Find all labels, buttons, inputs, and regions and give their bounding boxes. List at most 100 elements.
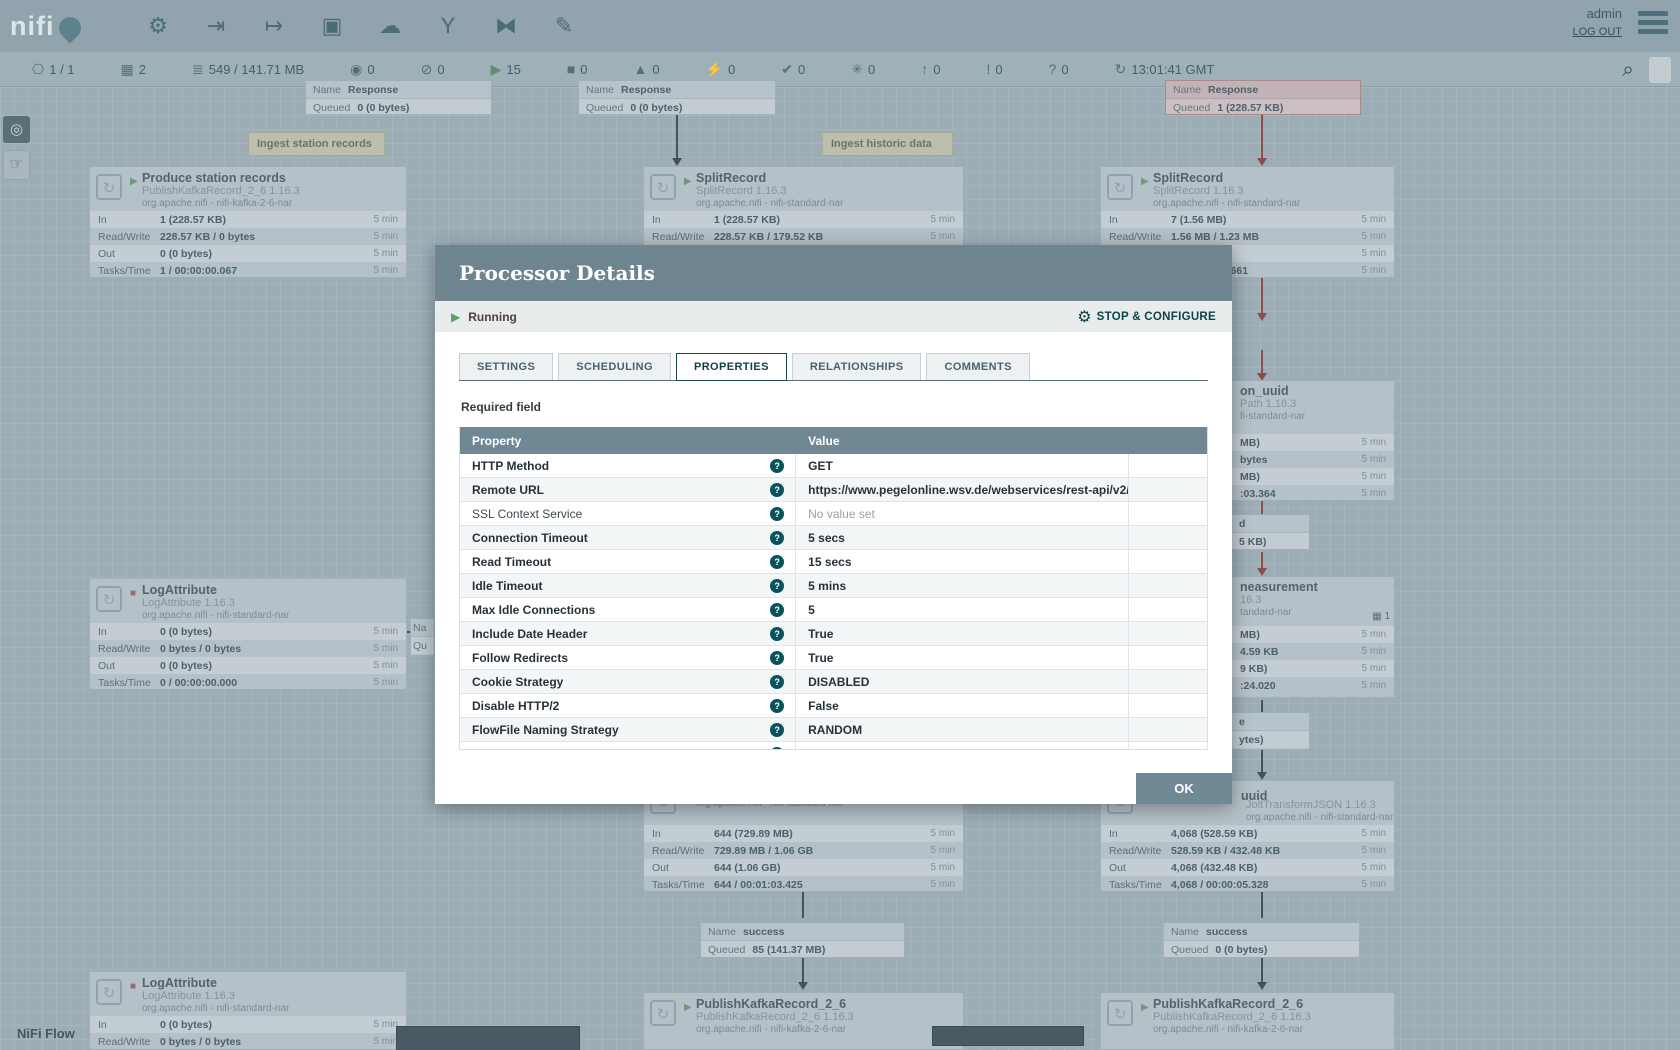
- help-icon[interactable]: ?: [770, 723, 784, 737]
- properties-table-body: HTTP Method ? GET Remote URL ? https://w…: [460, 454, 1207, 749]
- dialog-tabs: SETTINGSSCHEDULINGPROPERTIESRELATIONSHIP…: [459, 353, 1208, 381]
- arrowhead-icon: [1257, 158, 1267, 166]
- connection-line[interactable]: [1261, 500, 1263, 514]
- help-icon[interactable]: ?: [770, 531, 784, 545]
- running-status-icon: ▶: [684, 1002, 692, 1013]
- connection-line[interactable]: [802, 958, 804, 984]
- header-bar: nifi ⚙⇥↦▣☁Y⧓✎ admin LOG OUT: [0, 0, 1680, 52]
- dialog-tab[interactable]: RELATIONSHIPS: [792, 353, 922, 380]
- status-counter: ✔ 0: [781, 61, 805, 78]
- processor-publishkafka-right[interactable]: ↻ ▶ PublishKafkaRecord_2_6 PublishKafkaR…: [1100, 992, 1395, 1050]
- help-icon[interactable]: ?: [770, 555, 784, 569]
- flow-label[interactable]: Ingest historic data: [822, 132, 953, 156]
- stat-row: MB)5 min: [1232, 626, 1394, 643]
- remote-process-group-icon[interactable]: ☁: [372, 8, 408, 44]
- connection-label[interactable]: NameResponse Queued0 (0 bytes): [578, 80, 776, 115]
- help-icon[interactable]: ?: [770, 627, 784, 641]
- connection-label[interactable]: NameResponse Queued1 (228.57 KB): [1165, 80, 1361, 115]
- flow-label[interactable]: Ingest station records: [248, 132, 385, 156]
- connection-label-partial[interactable]: e ytes): [1232, 712, 1310, 750]
- stat-row: MB)5 min: [1232, 434, 1394, 451]
- help-icon[interactable]: ?: [770, 459, 784, 473]
- connection-label[interactable]: Namesuccess Queued0 (0 bytes): [1163, 922, 1360, 958]
- property-name: Include Date Header: [472, 627, 587, 641]
- current-user: admin: [1572, 4, 1622, 24]
- property-value[interactable]: DISABLED: [808, 675, 869, 689]
- breadcrumb[interactable]: NiFi Flow: [17, 1026, 75, 1041]
- navigate-palette-icon[interactable]: ◎: [3, 116, 30, 143]
- status-counter-icon: ▶: [491, 61, 502, 78]
- selected-connection-label-partial[interactable]: [932, 1026, 1084, 1046]
- dialog-tab[interactable]: SETTINGS: [459, 353, 553, 380]
- global-menu-icon[interactable]: [1638, 11, 1668, 34]
- funnel-icon[interactable]: Y: [430, 8, 466, 44]
- help-icon[interactable]: ?: [770, 675, 784, 689]
- property-name: Read Timeout: [472, 555, 551, 569]
- property-row: Follow Redirects ? True: [460, 646, 1207, 670]
- property-value[interactable]: 5 secs: [808, 531, 845, 545]
- property-value[interactable]: GET: [808, 459, 833, 473]
- label-icon[interactable]: ✎: [546, 8, 582, 44]
- operate-palette-icon[interactable]: ☞: [3, 150, 30, 180]
- process-group-icon[interactable]: ▣: [314, 8, 350, 44]
- help-icon[interactable]: ?: [770, 483, 784, 497]
- connection-line[interactable]: [1261, 958, 1263, 984]
- dialog-tab[interactable]: COMMENTS: [926, 353, 1029, 380]
- stat-row: Read/Write729.89 MB / 1.06 GB5 min: [644, 842, 963, 859]
- gear-icon: ⚙: [1077, 307, 1091, 327]
- ok-button[interactable]: OK: [1136, 773, 1232, 804]
- connection-line[interactable]: [676, 115, 678, 158]
- processor-produce-station-records[interactable]: ↻ ▶ Produce station records PublishKafka…: [89, 166, 407, 278]
- property-value[interactable]: No value set: [808, 507, 875, 521]
- panel-toggle-icon[interactable]: [1648, 56, 1672, 84]
- dialog-tab[interactable]: PROPERTIES: [676, 353, 787, 381]
- dialog-tab[interactable]: SCHEDULING: [558, 353, 671, 380]
- processor-publishkafka-middle[interactable]: ↻ ▶ PublishKafkaRecord_2_6 PublishKafkaR…: [643, 992, 964, 1050]
- connection-line[interactable]: [1261, 700, 1263, 712]
- help-icon[interactable]: ?: [770, 747, 784, 750]
- stop-and-configure-button[interactable]: ⚙ STOP & CONFIGURE: [1077, 307, 1216, 327]
- connection-line[interactable]: [1261, 278, 1263, 318]
- processor-details-dialog: Processor Details ▶ Running ⚙ STOP & CON…: [435, 245, 1232, 804]
- property-value[interactable]: 15 secs: [808, 555, 851, 569]
- processor-measurement-partial[interactable]: neasurement 16.3 tandard-nar ▦ 1 MB)5 mi…: [1232, 576, 1395, 698]
- property-value[interactable]: True: [808, 651, 833, 665]
- search-icon[interactable]: ⌕: [1622, 58, 1634, 82]
- stat-row: Out644 (1.06 GB)5 min: [644, 859, 963, 876]
- connection-label-partial[interactable]: Na Qu: [410, 618, 435, 656]
- help-icon[interactable]: ?: [770, 507, 784, 521]
- selected-connection-label-partial[interactable]: [396, 1026, 580, 1050]
- connection-line[interactable]: [802, 892, 804, 918]
- property-value[interactable]: True: [808, 627, 833, 641]
- connection-line[interactable]: [1261, 892, 1263, 918]
- stat-row: In0 (0 bytes)5 min: [90, 1016, 406, 1033]
- help-icon[interactable]: ?: [770, 579, 784, 593]
- connection-label[interactable]: NameResponse Queued0 (0 bytes): [305, 80, 492, 115]
- processor-icon[interactable]: ⚙: [140, 8, 176, 44]
- processor-logattribute[interactable]: ↻ ■ LogAttribute LogAttribute 1.16.3 org…: [89, 578, 407, 690]
- property-value[interactable]: False: [808, 699, 839, 713]
- property-value[interactable]: https://www.pegelonline.wsv.de/webservic…: [808, 483, 1127, 497]
- property-value[interactable]: 5: [808, 603, 815, 617]
- connection-line[interactable]: [1261, 750, 1263, 774]
- connection-label[interactable]: Namesuccess Queued85 (141.37 MB): [700, 922, 905, 958]
- property-value[interactable]: No value set: [808, 747, 875, 750]
- connection-line[interactable]: [1261, 115, 1263, 158]
- property-row: Idle Timeout ? 5 mins: [460, 574, 1207, 598]
- nifi-drop-icon: [54, 12, 85, 43]
- help-icon[interactable]: ?: [770, 603, 784, 617]
- template-icon[interactable]: ⧓: [488, 8, 524, 44]
- input-port-icon[interactable]: ⇥: [198, 8, 234, 44]
- help-icon[interactable]: ?: [770, 699, 784, 713]
- connection-label-partial[interactable]: d 5 KB): [1232, 514, 1310, 550]
- refresh-icon[interactable]: ↻: [1115, 61, 1127, 78]
- property-value[interactable]: 5 mins: [808, 579, 846, 593]
- property-value[interactable]: RANDOM: [808, 723, 862, 737]
- logout-link[interactable]: LOG OUT: [1572, 24, 1622, 41]
- help-icon[interactable]: ?: [770, 651, 784, 665]
- processor-logattribute-bottom[interactable]: ↻ ■ LogAttribute LogAttribute 1.16.3 org…: [89, 971, 407, 1050]
- processor-on-uuid-partial[interactable]: on_uuid Path 1.16.3 fi-standard-nar MB)5…: [1232, 380, 1395, 501]
- output-port-icon[interactable]: ↦: [256, 8, 292, 44]
- status-counter-icon: !: [986, 61, 990, 77]
- stat-row: In1 (228.57 KB)5 min: [90, 211, 406, 228]
